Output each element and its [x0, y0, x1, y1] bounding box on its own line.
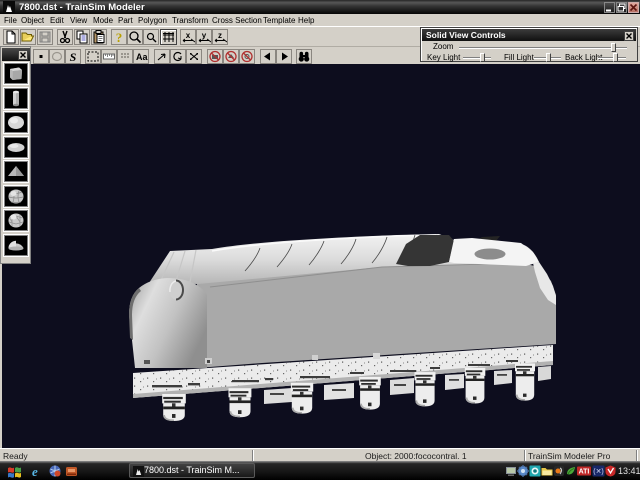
svg-text:ATI: ATI — [579, 469, 590, 476]
svg-text:e: e — [32, 465, 38, 478]
svg-text:(✕): (✕) — [593, 469, 604, 476]
svg-text:?: ? — [116, 30, 123, 44]
svg-text:z: z — [218, 31, 222, 40]
svg-text:S: S — [70, 50, 77, 63]
svg-text:Aa: Aa — [136, 52, 148, 62]
svg-text:x: x — [186, 31, 191, 40]
svg-text:y: y — [202, 31, 207, 40]
